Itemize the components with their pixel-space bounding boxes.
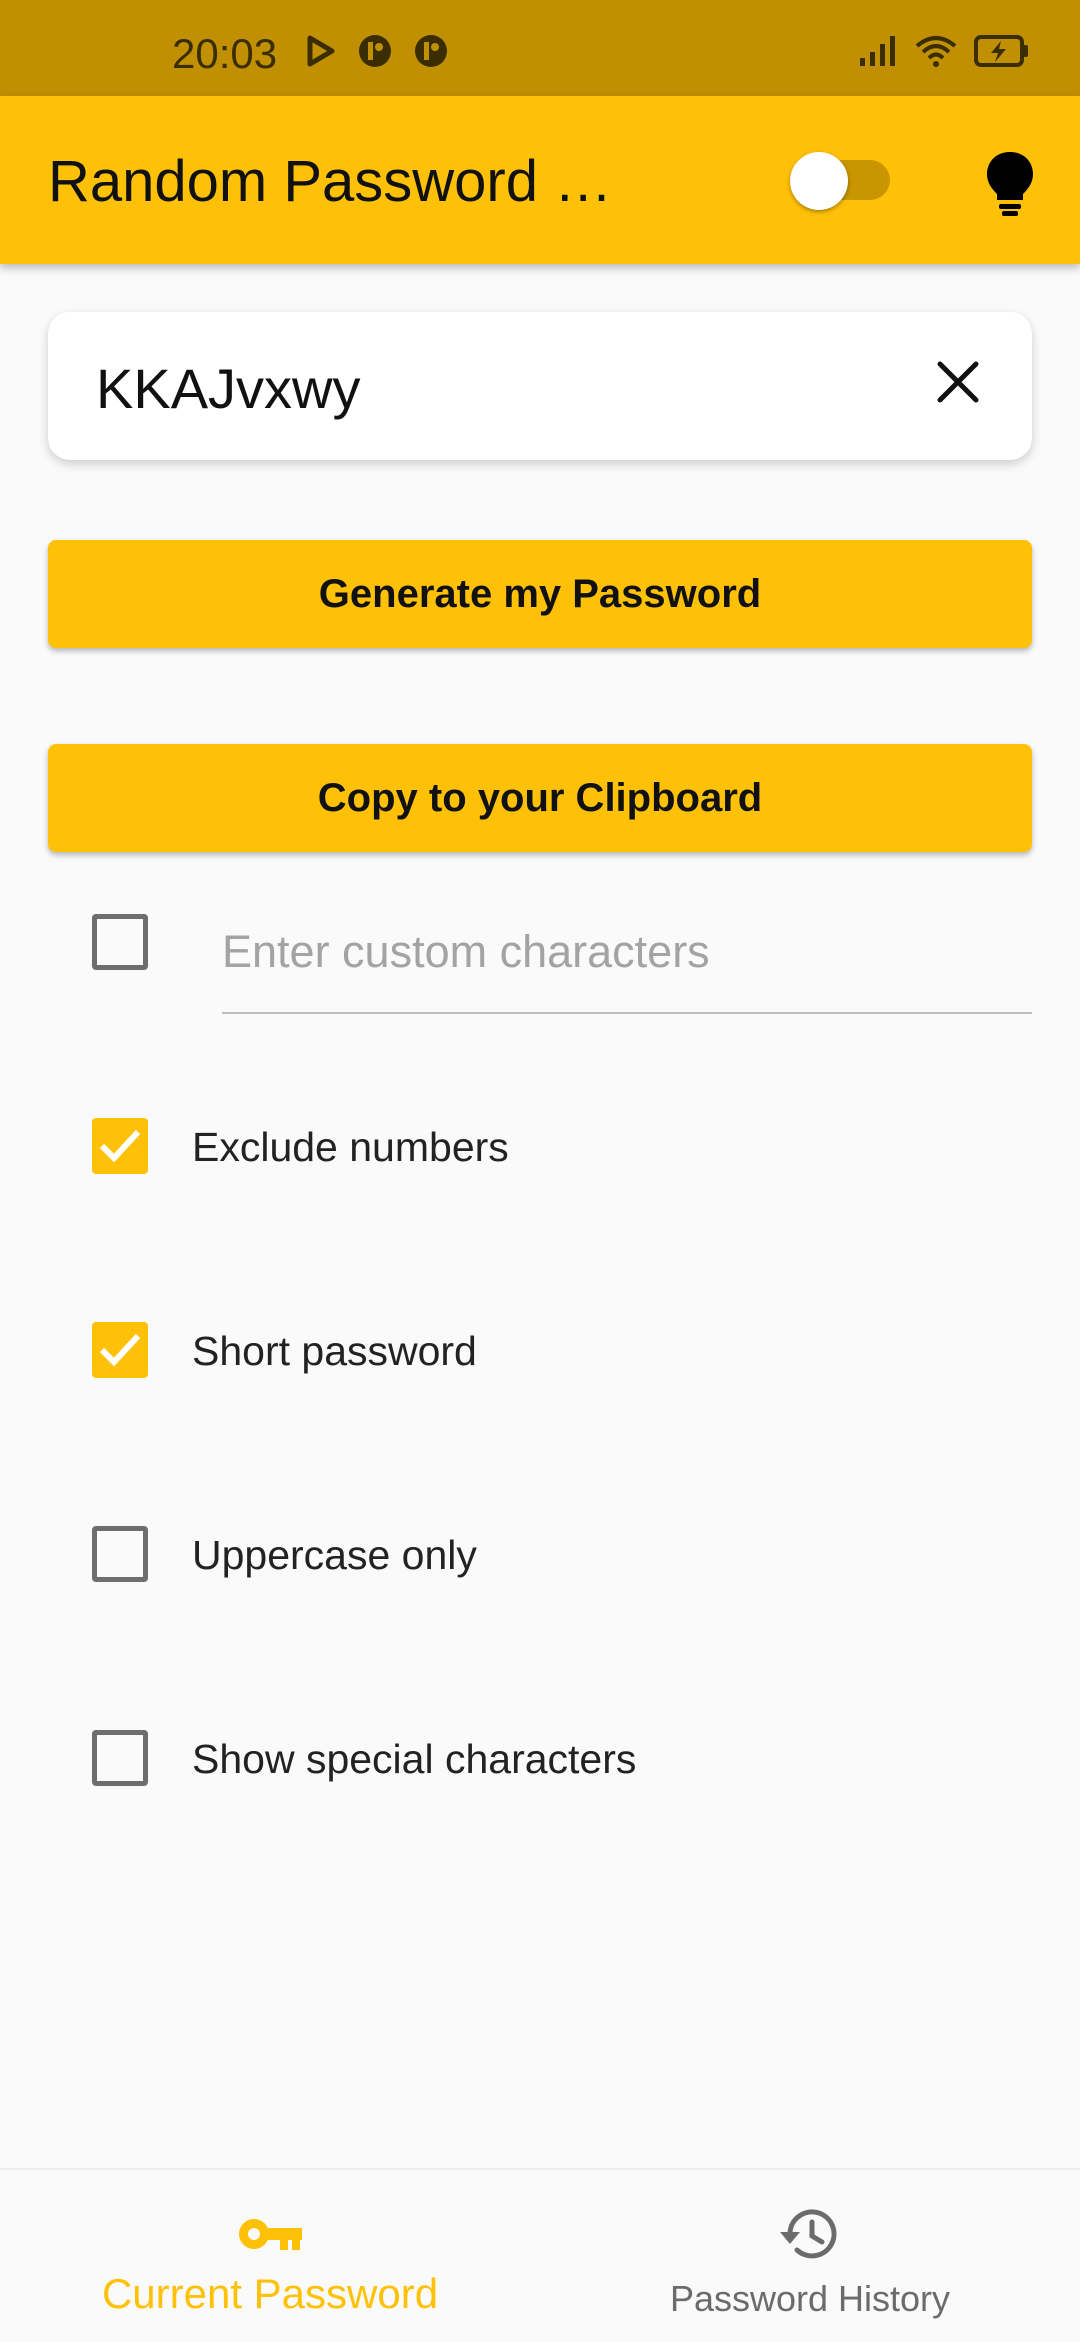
key-icon: [239, 2219, 302, 2250]
uppercase-only-checkbox[interactable]: [92, 1526, 148, 1582]
bottom-navigation: Current Password Password History: [0, 2168, 1080, 2340]
custom-characters-input[interactable]: [222, 900, 1032, 1014]
lightbulb-icon[interactable]: [980, 148, 1040, 218]
uppercase-only-label: Uppercase only: [192, 1532, 477, 1578]
exclude-numbers-label: Exclude numbers: [192, 1124, 509, 1170]
notification-icon: [359, 35, 391, 67]
short-password-label: Short password: [192, 1328, 477, 1374]
wifi-icon: [915, 36, 957, 67]
special-characters-label: Show special characters: [192, 1736, 637, 1782]
short-password-checkbox[interactable]: [92, 1322, 148, 1378]
signal-icon: [860, 36, 895, 66]
generate-password-button[interactable]: Generate my Password: [48, 540, 1032, 648]
app-bar: Random Password …: [0, 96, 1080, 264]
play-icon: [307, 35, 335, 67]
status-system-icons: [858, 34, 1030, 68]
password-value: KKAJvxwy: [96, 357, 361, 420]
checkmark-icon: [99, 1129, 141, 1163]
nav-password-history[interactable]: Password History: [540, 2170, 1080, 2342]
custom-characters-checkbox[interactable]: [92, 914, 148, 970]
status-bar: 20:03: [0, 0, 1080, 96]
app-title: Random Password …: [48, 149, 613, 214]
nav-current-password[interactable]: Current Password: [0, 2170, 540, 2342]
checkmark-icon: [99, 1333, 141, 1367]
notification-icon: [415, 35, 447, 67]
toggle-thumb: [790, 152, 848, 210]
password-display: KKAJvxwy: [48, 312, 1032, 460]
exclude-numbers-checkbox[interactable]: [92, 1118, 148, 1174]
battery-charging-icon: [974, 35, 1028, 67]
theme-toggle[interactable]: [790, 152, 898, 210]
nav-password-history-label: Password History: [669, 2278, 951, 2319]
copy-to-clipboard-button[interactable]: Copy to your Clipboard: [48, 744, 1032, 852]
nav-current-password-label: Current Password: [101, 2270, 439, 2317]
status-time: 20:03: [172, 30, 278, 77]
history-icon: [780, 2209, 837, 2259]
close-icon[interactable]: [928, 352, 988, 412]
special-characters-checkbox[interactable]: [92, 1730, 148, 1786]
status-notifications: [306, 34, 448, 68]
